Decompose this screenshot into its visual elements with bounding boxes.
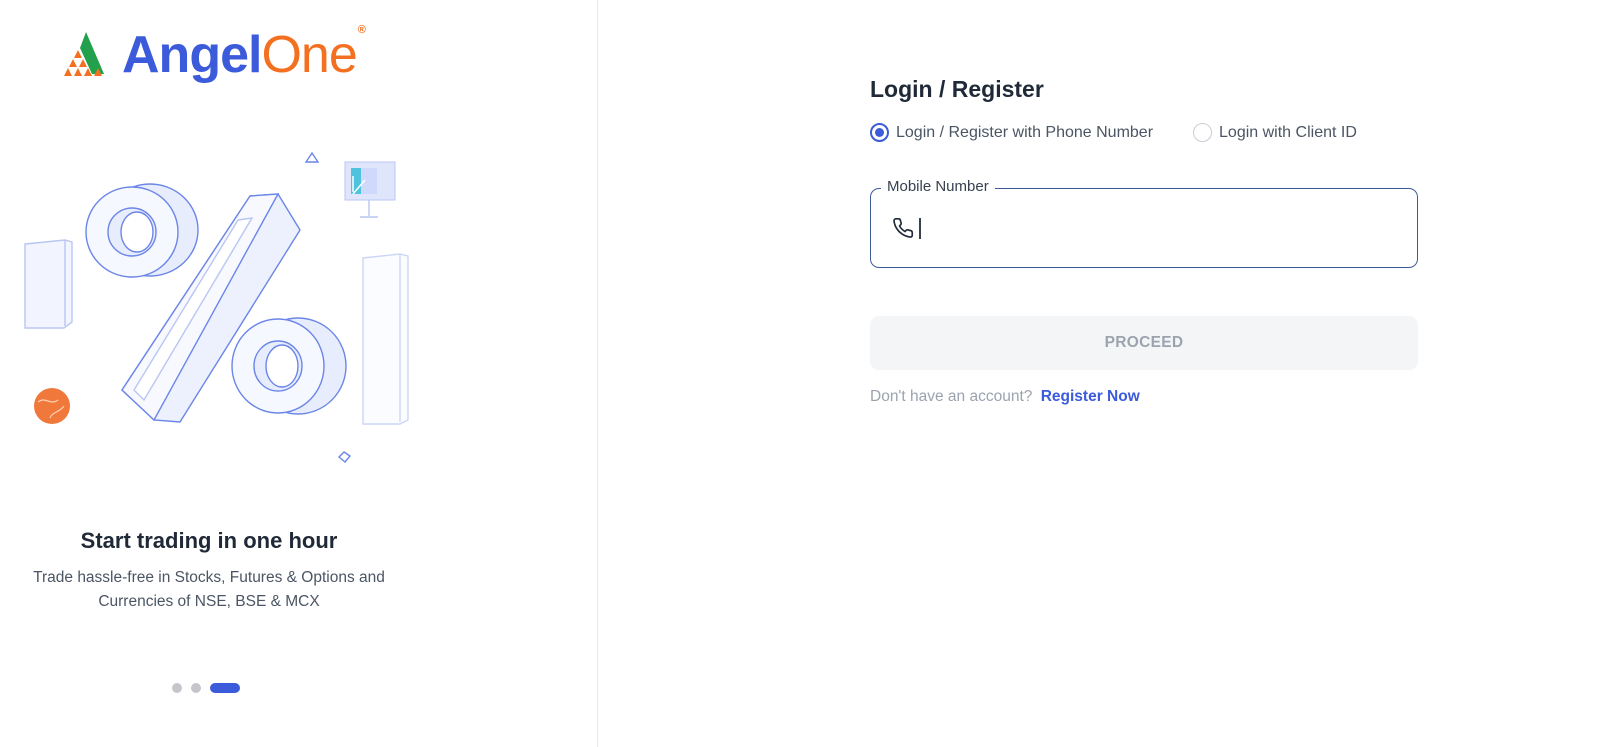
mobile-number-input[interactable] — [917, 211, 1387, 245]
radio-option-phone[interactable]: Login / Register with Phone Number — [870, 123, 1153, 142]
brand-wordmark: AngelOne® — [122, 25, 366, 84]
mobile-number-field[interactable]: Mobile Number — [870, 178, 1418, 268]
registered-mark: ® — [357, 24, 366, 36]
carousel-dot-3-active[interactable] — [210, 683, 240, 693]
radio-button-phone[interactable] — [870, 123, 889, 142]
angel-one-logo[interactable]: AngelOne® — [62, 22, 366, 88]
register-now-link[interactable]: Register Now — [1041, 388, 1140, 405]
small-triangle-shape — [304, 151, 320, 163]
no-account-text: Don't have an account? — [870, 388, 1033, 405]
radio-option-client-id[interactable]: Login with Client ID — [1193, 123, 1357, 142]
left-pillar-shape — [24, 239, 73, 329]
brand-name-angel: Angel — [122, 26, 262, 84]
radio-button-client-id[interactable] — [1193, 123, 1213, 142]
top-ring-shape — [85, 183, 199, 278]
mobile-number-label: Mobile Number — [881, 178, 995, 195]
carousel-dot-1[interactable] — [172, 683, 182, 693]
phone-icon — [893, 218, 914, 238]
text-cursor — [919, 218, 921, 239]
login-method-radio-group: Login / Register with Phone Number Login… — [870, 123, 1418, 142]
small-diamond-shape — [337, 451, 352, 463]
bottom-ring-shape — [231, 317, 347, 415]
angel-one-logo-icon — [64, 32, 104, 76]
carousel-pagination — [172, 683, 240, 693]
monitor-shape — [344, 161, 396, 218]
promo-panel: AngelOne® Start trading in one hour Trad… — [0, 0, 598, 747]
proceed-button[interactable]: PROCEED — [870, 316, 1418, 370]
register-prompt: Don't have an account? Register Now — [870, 388, 1418, 406]
carousel-dot-2[interactable] — [191, 683, 201, 693]
orange-ball-shape — [34, 388, 70, 424]
radio-label-client-id: Login with Client ID — [1219, 123, 1357, 141]
page-title: Login / Register — [870, 76, 1044, 102]
brand-name-one: One — [261, 26, 357, 84]
carousel-title: Start trading in one hour — [80, 528, 338, 553]
radio-label-phone: Login / Register with Phone Number — [896, 123, 1154, 141]
percent-illustration — [24, 151, 409, 463]
login-form: Login / Register Login / Register with P… — [870, 70, 1418, 406]
carousel-description: Trade hassle-free in Stocks, Futures & O… — [33, 569, 385, 610]
right-pillar-shape — [362, 253, 409, 425]
